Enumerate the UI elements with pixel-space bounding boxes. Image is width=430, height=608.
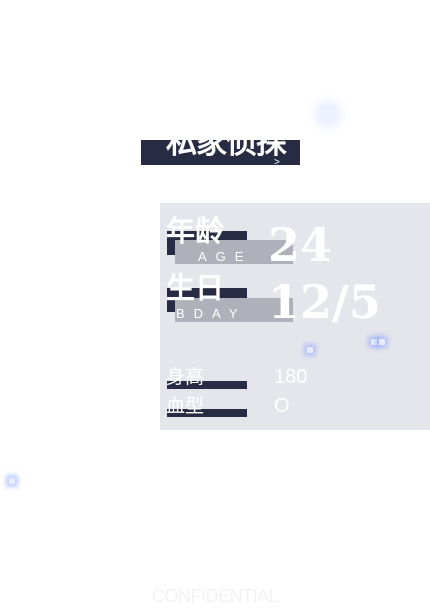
age-value: 24	[268, 218, 333, 272]
height-value: 180	[274, 366, 308, 388]
sparkle	[379, 339, 385, 345]
sparkle	[307, 347, 313, 353]
birthday-label-en: BDAY	[176, 306, 247, 321]
birthday-value: 12/5	[268, 275, 381, 329]
age-label: 年龄	[166, 214, 225, 248]
sparkle	[9, 478, 15, 484]
blood-type-label: 血型	[166, 396, 205, 417]
age-label-en: AGE	[198, 249, 253, 264]
footer-watermark: CONFIDENTIAL	[151, 586, 279, 606]
blood-type-value: O	[274, 395, 290, 417]
height-label: 身高	[166, 367, 205, 388]
title-mark: >	[274, 157, 280, 168]
glow-sparkle	[321, 107, 335, 121]
sparkle	[371, 339, 377, 345]
birthday-label: 生日	[166, 271, 225, 305]
